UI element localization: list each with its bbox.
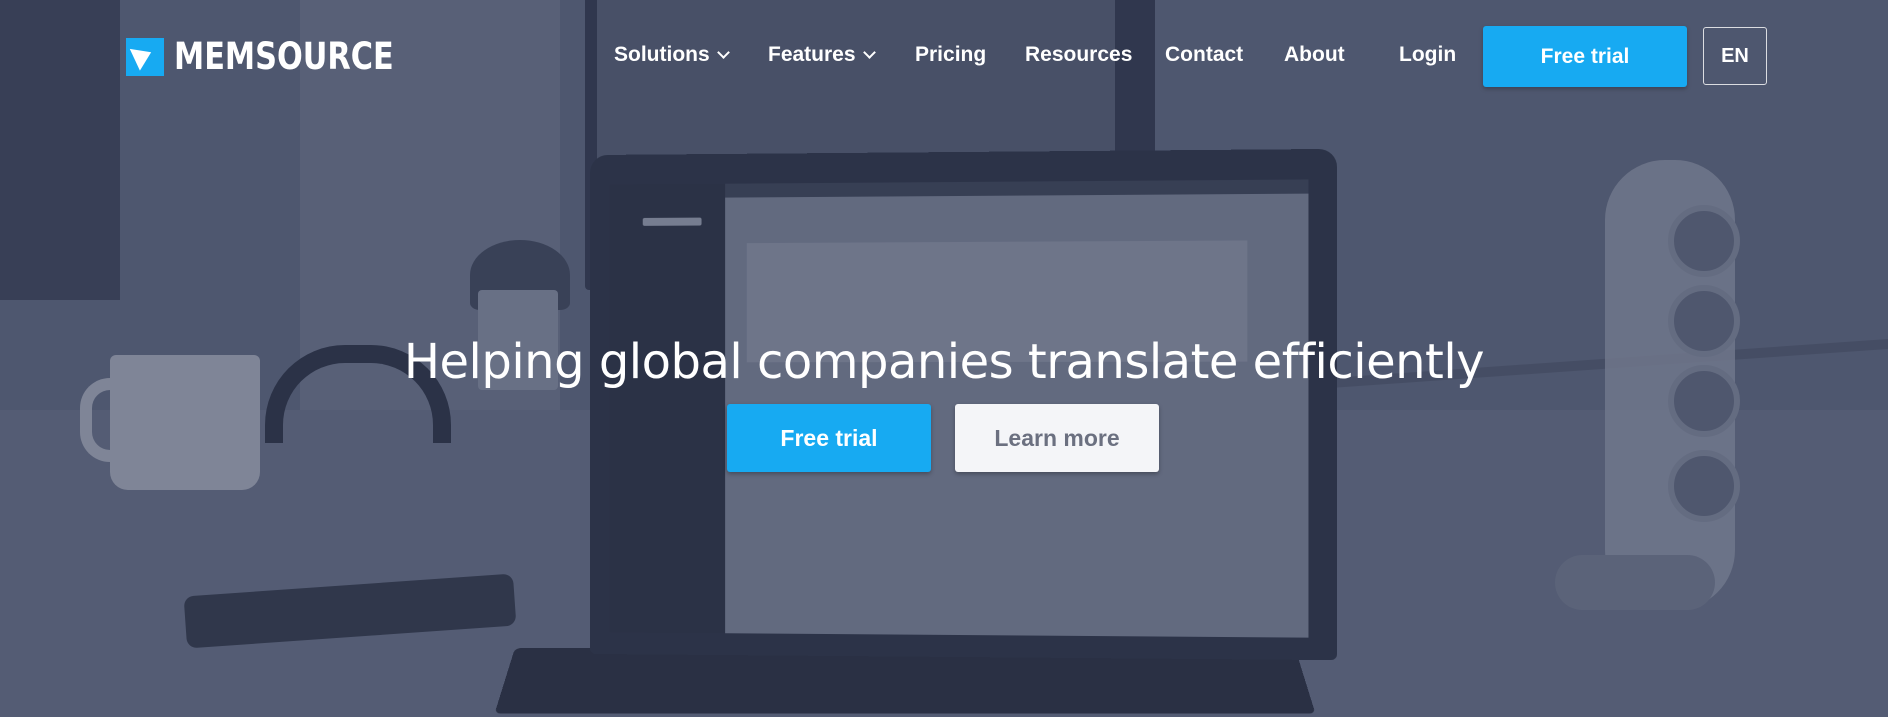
site-header: MEMSOURCE Solutions Features Pricing Res… <box>0 0 1888 115</box>
nav-item-label: Pricing <box>915 43 987 66</box>
nav-item-label: Solutions <box>614 43 710 66</box>
nav-item-resources[interactable]: Resources <box>1025 43 1132 67</box>
hero-headline: Helping global companies translate effic… <box>403 334 1485 391</box>
login-label: Login <box>1399 43 1457 66</box>
nav-item-label: Features <box>768 43 856 66</box>
language-selector-button[interactable]: EN <box>1703 27 1767 85</box>
nav-item-label: Resources <box>1025 43 1133 66</box>
hero-learn-more-button[interactable]: Learn more <box>955 404 1159 472</box>
nav-item-contact[interactable]: Contact <box>1165 43 1243 67</box>
chevron-down-icon <box>862 46 876 59</box>
nav-item-label: About <box>1284 43 1345 66</box>
chevron-down-icon <box>716 46 730 59</box>
nav-item-solutions[interactable]: Solutions <box>614 43 730 67</box>
hero-section: MEMSOURCE Solutions Features Pricing Res… <box>0 0 1888 717</box>
nav-item-features[interactable]: Features <box>768 43 876 67</box>
header-free-trial-button[interactable]: Free trial <box>1483 26 1687 87</box>
site-logo[interactable]: MEMSOURCE <box>126 35 442 78</box>
hero-free-trial-button[interactable]: Free trial <box>727 404 931 472</box>
memsource-logo-icon <box>126 37 164 76</box>
brand-name: MEMSOURCE <box>174 35 394 78</box>
nav-item-pricing[interactable]: Pricing <box>915 43 986 67</box>
login-link[interactable]: Login <box>1399 43 1456 67</box>
nav-item-about[interactable]: About <box>1284 43 1345 67</box>
nav-item-label: Contact <box>1165 43 1244 66</box>
